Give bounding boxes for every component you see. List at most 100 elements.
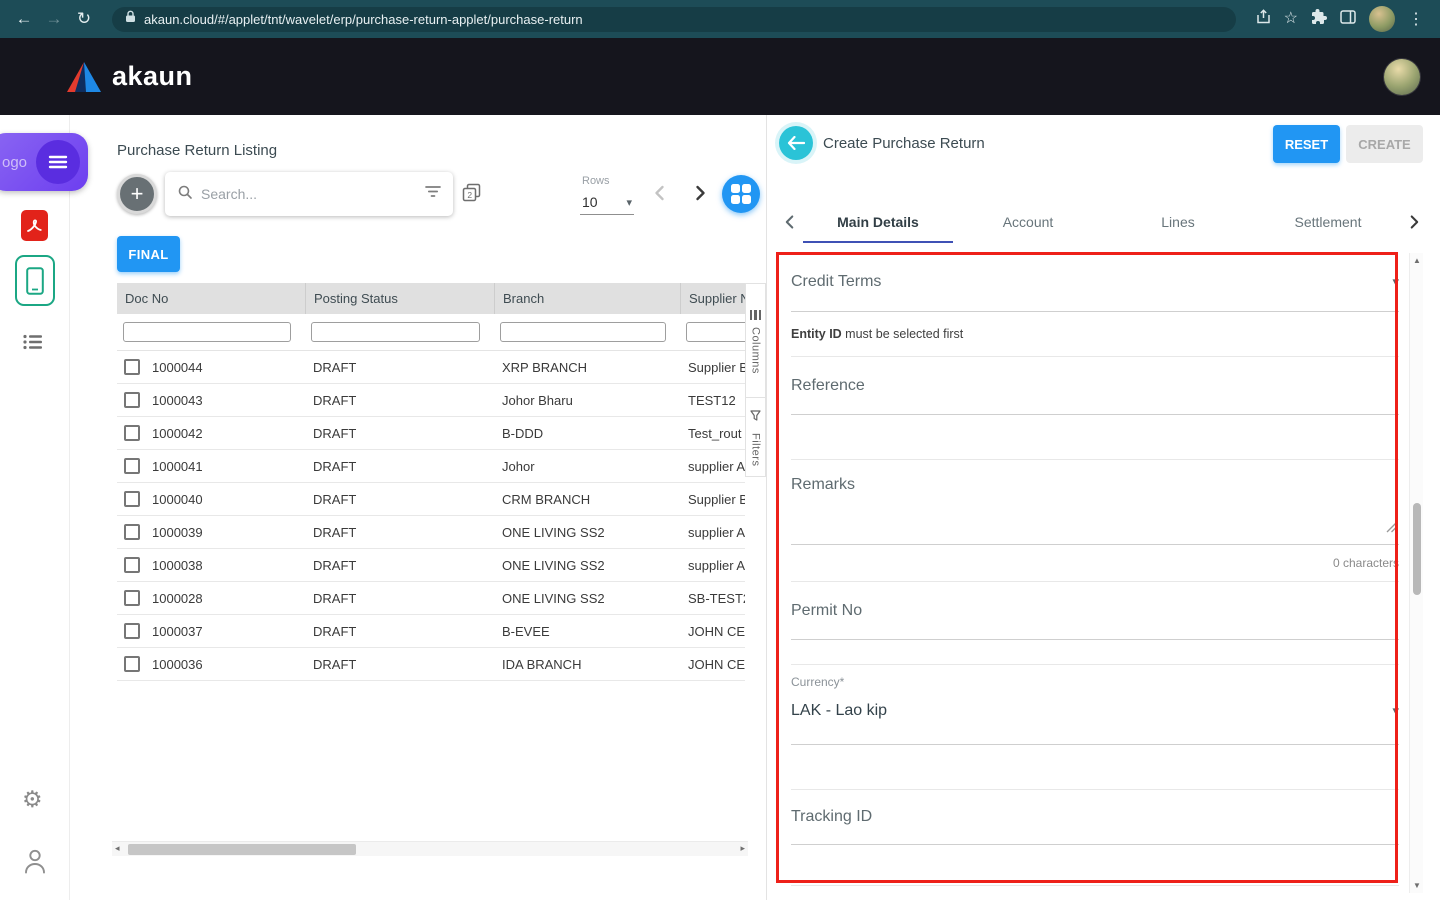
row-checkbox[interactable] (124, 359, 140, 375)
sidebar-logo-pill[interactable]: ogo (0, 133, 88, 191)
table-row[interactable]: 1000040 DRAFT CRM BRANCH Supplier B (117, 483, 745, 516)
applet-grid-button[interactable] (722, 175, 760, 213)
listing-title: Purchase Return Listing (117, 142, 278, 159)
svg-text:2: 2 (467, 190, 472, 200)
table-header-row: Doc No Posting Status Branch Supplier Na (117, 283, 745, 314)
search-input[interactable] (201, 186, 417, 202)
mobile-applet-icon[interactable] (15, 255, 55, 306)
column-header-branch[interactable]: Branch (494, 283, 680, 314)
currency-select[interactable]: Currency* LAK - Lao kip ▾ (791, 665, 1399, 745)
currency-helper-row (791, 745, 1399, 790)
filter-list-icon[interactable] (425, 185, 441, 203)
add-button[interactable]: + (117, 174, 157, 214)
browser-forward-icon[interactable]: → (40, 5, 68, 33)
user-avatar[interactable] (1384, 58, 1420, 95)
column-header-doc-no[interactable]: Doc No (117, 283, 305, 314)
browser-back-icon[interactable]: ← (10, 5, 38, 33)
purchase-return-listing-panel: Purchase Return Listing + 2 Rows 10 ▾ FI… (110, 115, 766, 900)
scroll-right-icon[interactable]: ▸ (740, 843, 745, 854)
menu-toggle-icon[interactable] (36, 140, 80, 184)
row-checkbox[interactable] (124, 623, 140, 639)
table-row[interactable]: 1000043 DRAFT Johor Bharu TEST12 (117, 384, 745, 417)
reference-helper-row (791, 415, 1399, 460)
columns-side-tab[interactable]: Columns (745, 283, 766, 397)
filters-side-tab[interactable]: Filters (745, 397, 766, 477)
remarks-label: Remarks (791, 476, 856, 493)
funnel-icon (750, 408, 761, 426)
akaun-logo[interactable]: akaun (66, 61, 193, 92)
table-row[interactable]: 1000028 DRAFT ONE LIVING SS2 SB-TEST2 (117, 582, 745, 615)
share-icon[interactable] (1256, 8, 1271, 30)
final-filter-button[interactable]: FINAL (117, 236, 180, 272)
pdf-applet-icon[interactable] (21, 210, 48, 246)
tracking-id-input[interactable]: Tracking ID (791, 790, 1399, 845)
table-row[interactable]: 1000042 DRAFT B-DDD Test_rout (117, 417, 745, 450)
settings-gear-icon[interactable]: ⚙ (22, 788, 43, 811)
profile-person-icon[interactable] (24, 849, 46, 879)
filter-input-supplier[interactable] (686, 322, 745, 342)
reset-button[interactable]: RESET (1273, 125, 1340, 163)
table-row[interactable]: 1000041DRAFTJohorsupplier AA (117, 450, 745, 483)
table-row[interactable]: 1000039DRAFTONE LIVING SS2supplier AA (117, 516, 745, 549)
tabs-scroll-left-chevron[interactable] (779, 211, 801, 238)
permit-no-input[interactable]: Permit No (791, 582, 1399, 640)
bookmark-star-icon[interactable]: ☆ (1284, 11, 1298, 27)
browser-profile-avatar[interactable] (1369, 6, 1395, 32)
tab-settlement[interactable]: Settlement (1253, 201, 1403, 243)
horizontal-scroll-thumb[interactable] (128, 844, 356, 855)
vertical-scroll-thumb[interactable] (1412, 503, 1421, 595)
scroll-down-icon[interactable]: ▼ (1413, 881, 1421, 890)
table-row[interactable]: 1000044 DRAFT XRP BRANCH Supplier B (117, 351, 745, 384)
row-checkbox[interactable] (124, 656, 140, 672)
app-header: akaun (0, 38, 1440, 115)
row-checkbox[interactable] (124, 458, 140, 474)
scroll-left-icon[interactable]: ◂ (115, 843, 120, 854)
search-icon (177, 184, 193, 205)
row-checkbox[interactable] (124, 491, 140, 507)
filter-input-posting-status[interactable] (311, 322, 480, 342)
vertical-scrollbar[interactable]: ▲ ▼ (1409, 253, 1423, 893)
table-row[interactable]: 1000036DRAFTIDA BRANCHJOHN CENA (117, 648, 745, 681)
row-checkbox[interactable] (124, 524, 140, 540)
entity-helper-row: Entity ID must be selected first (791, 312, 1399, 357)
next-page-chevron[interactable] (688, 181, 712, 210)
resize-handle-icon[interactable] (1386, 520, 1397, 538)
previous-page-chevron[interactable] (648, 181, 672, 210)
reference-input[interactable]: Reference (791, 357, 1399, 415)
row-checkbox[interactable] (124, 590, 140, 606)
rows-per-page-select[interactable]: Rows 10 ▾ (580, 175, 634, 215)
caret-down-icon: ▾ (1392, 703, 1399, 718)
scroll-up-icon[interactable]: ▲ (1413, 256, 1421, 265)
side-panel-icon[interactable] (1340, 9, 1356, 29)
tab-main-details[interactable]: Main Details (803, 201, 953, 243)
column-header-posting-status[interactable]: Posting Status (305, 283, 494, 314)
detail-tabs: Main Details Account Lines Settlement (767, 201, 1440, 243)
sidebar-logo-text: ogo (2, 153, 28, 171)
duplicate-layers-icon[interactable]: 2 (462, 183, 481, 207)
browser-menu-icon[interactable]: ⋮ (1408, 9, 1424, 29)
column-header-supplier[interactable]: Supplier Na (680, 283, 745, 314)
filter-input-branch[interactable] (500, 322, 666, 342)
list-menu-icon[interactable] (23, 334, 43, 355)
remarks-textarea[interactable]: Remarks (791, 460, 1399, 545)
row-checkbox[interactable] (124, 392, 140, 408)
search-box (165, 172, 453, 216)
credit-terms-select[interactable]: Credit Terms ▾ (791, 253, 1399, 312)
tabs-scroll-right-chevron[interactable] (1403, 211, 1425, 238)
address-bar[interactable]: akaun.cloud/#/applet/tnt/wavelet/erp/pur… (112, 6, 1236, 32)
extensions-puzzle-icon[interactable] (1311, 8, 1327, 30)
table-row[interactable]: 1000038DRAFTONE LIVING SS2supplier AA (117, 549, 745, 582)
back-button[interactable] (779, 126, 813, 160)
browser-refresh-icon[interactable]: ↻ (70, 5, 98, 33)
main-details-form: Credit Terms ▾ Entity ID must be selecte… (791, 253, 1399, 886)
row-checkbox[interactable] (124, 557, 140, 573)
create-button[interactable]: CREATE (1346, 125, 1423, 163)
tab-lines[interactable]: Lines (1103, 201, 1253, 243)
tab-account[interactable]: Account (953, 201, 1103, 243)
filter-input-doc-no[interactable] (123, 322, 291, 342)
caret-down-icon: ▾ (626, 196, 632, 209)
horizontal-scrollbar[interactable]: ◂ ▸ (112, 841, 748, 856)
table-row[interactable]: 1000037DRAFTB-EVEEJOHN CENA (117, 615, 745, 648)
row-checkbox[interactable] (124, 425, 140, 441)
brand-text: akaun (112, 61, 193, 91)
